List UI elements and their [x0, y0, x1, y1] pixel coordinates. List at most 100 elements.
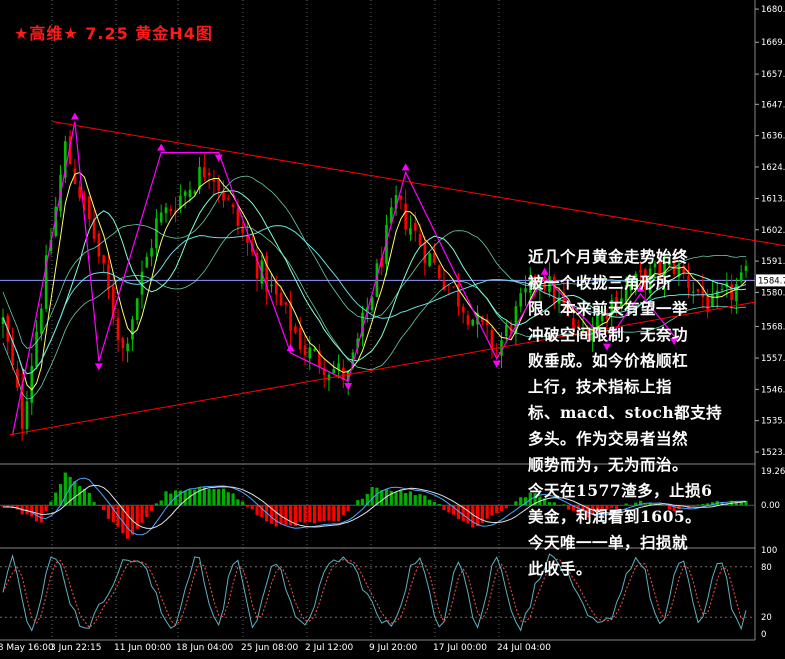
- time-tick-label: 11 Jun 00:00: [114, 643, 171, 653]
- candle-body: [183, 191, 187, 196]
- macd-histogram-bar: [193, 489, 197, 506]
- candle: [135, 298, 139, 325]
- macd-histogram-bar: [432, 501, 437, 506]
- candle-body: [308, 347, 312, 359]
- candle: [150, 239, 153, 267]
- candle-body: [471, 319, 475, 326]
- macd-histogram-bar: [336, 505, 341, 522]
- annotation-line: 顺势而为，无为而治。: [528, 455, 689, 474]
- macd-histogram-bar: [404, 493, 408, 506]
- macd-histogram-bar: [25, 505, 29, 515]
- candle: [452, 286, 455, 289]
- macd-histogram-bar: [250, 505, 254, 510]
- annotation-line: 被一个收拢三角形所: [528, 273, 673, 292]
- candle: [466, 310, 470, 331]
- triangle-upper-trendline: [52, 121, 785, 247]
- macd-histogram-bar: [183, 490, 187, 506]
- candle: [212, 169, 216, 196]
- candle: [342, 359, 345, 389]
- zigzag-arrow-marker: [70, 112, 79, 120]
- candle: [121, 336, 125, 362]
- macd-histogram-bar: [274, 505, 278, 527]
- candle-body: [226, 198, 230, 200]
- macd-histogram-bar: [212, 488, 216, 506]
- macd-histogram-bar: [380, 490, 384, 506]
- price-tick-label: 1669.10: [761, 38, 785, 48]
- candle-body: [423, 241, 427, 264]
- candle-body: [404, 203, 407, 230]
- price-tick-label: 1636.00: [761, 132, 785, 142]
- candle: [481, 315, 484, 326]
- candle: [265, 251, 268, 306]
- macd-histogram-bar: [475, 505, 480, 527]
- candle-body: [428, 253, 431, 266]
- annotation-line: 今天唯一一单，扫损就: [528, 533, 689, 552]
- macd-histogram-bar: [236, 499, 240, 506]
- macd-histogram-bar: [63, 472, 67, 506]
- candle: [270, 273, 273, 293]
- macd-histogram-bar: [102, 505, 106, 511]
- candle-body: [399, 195, 403, 200]
- candle-body: [169, 208, 173, 212]
- candle: [322, 359, 326, 388]
- macd-histogram-bar: [308, 505, 312, 523]
- macd-histogram-bar: [202, 487, 206, 506]
- candle-body: [87, 196, 91, 219]
- candle-body: [313, 348, 316, 351]
- candle-body: [284, 302, 288, 305]
- annotation-line: 冲破空间限制，无奈功: [528, 325, 689, 344]
- candle-body: [188, 189, 192, 197]
- candle-body: [461, 306, 465, 313]
- price-tick-label: 1602.65: [761, 226, 785, 236]
- analysis-annotation: 近几个月黄金走势始终 被一个收拢三角形所 限。本来前天有望一举 冲破空间限制，无奈功败…: [528, 244, 750, 582]
- macd-tick-label: 0.00: [761, 501, 780, 511]
- zigzag-arrow-marker: [401, 163, 410, 171]
- time-tick-label: 2 Jul 12:00: [305, 643, 354, 653]
- chart-window: 28 May 16:003 Jun 22:15 11 Jun 00:00 18 Ju…: [0, 0, 785, 655]
- candle: [485, 313, 489, 339]
- candle-body: [121, 337, 125, 349]
- macd-histogram-bar: [346, 505, 350, 511]
- macd-histogram-bar: [490, 505, 494, 516]
- macd-tick-label: 19.26: [761, 467, 785, 477]
- candle: [30, 353, 34, 415]
- candle-body: [25, 401, 29, 430]
- price-tick-label: 1568.40: [761, 322, 785, 332]
- macd-histogram-bar: [499, 505, 504, 512]
- candle: [126, 337, 129, 363]
- stoch-tick-label: 20: [761, 613, 772, 623]
- macd-histogram-bar: [423, 495, 427, 506]
- zigzag-arrow-marker: [157, 143, 166, 151]
- chart-title: ★高维★ 7.25 黄金H4图: [14, 24, 213, 43]
- macd-histogram-bar: [509, 505, 513, 506]
- macd-histogram-bar: [145, 505, 149, 518]
- candle-body: [150, 248, 153, 257]
- candle: [1, 308, 5, 339]
- candle-body: [107, 264, 110, 290]
- candle-body: [332, 368, 336, 374]
- macd-histogram-bar: [226, 492, 230, 506]
- macd-histogram-bar: [418, 494, 422, 506]
- macd-histogram-bar: [370, 487, 374, 506]
- price-tick-label: 1657.80: [761, 70, 785, 80]
- candle-body: [231, 204, 235, 208]
- zigzag-arrow-marker: [94, 363, 103, 371]
- candle: [471, 318, 475, 327]
- macd-histogram-bar: [442, 505, 446, 511]
- macd-histogram-bar: [360, 498, 365, 506]
- macd-histogram-bar: [159, 500, 163, 506]
- macd-histogram-bar: [49, 501, 53, 506]
- candle: [203, 154, 206, 182]
- macd-histogram-bar: [231, 493, 235, 506]
- time-tick-label: 25 Jun 08:00: [241, 643, 298, 653]
- price-tick-label: 1647.10: [761, 100, 785, 110]
- candle-body: [241, 227, 244, 233]
- candle: [169, 205, 173, 216]
- candle: [183, 189, 187, 209]
- candle-body: [495, 349, 499, 351]
- candle: [155, 209, 158, 262]
- annotation-line: 多头。作为交易者当然: [528, 429, 689, 448]
- candle-body: [437, 265, 441, 279]
- candle-body: [466, 315, 470, 325]
- time-tick-label: 17 Jul 00:00: [433, 643, 487, 653]
